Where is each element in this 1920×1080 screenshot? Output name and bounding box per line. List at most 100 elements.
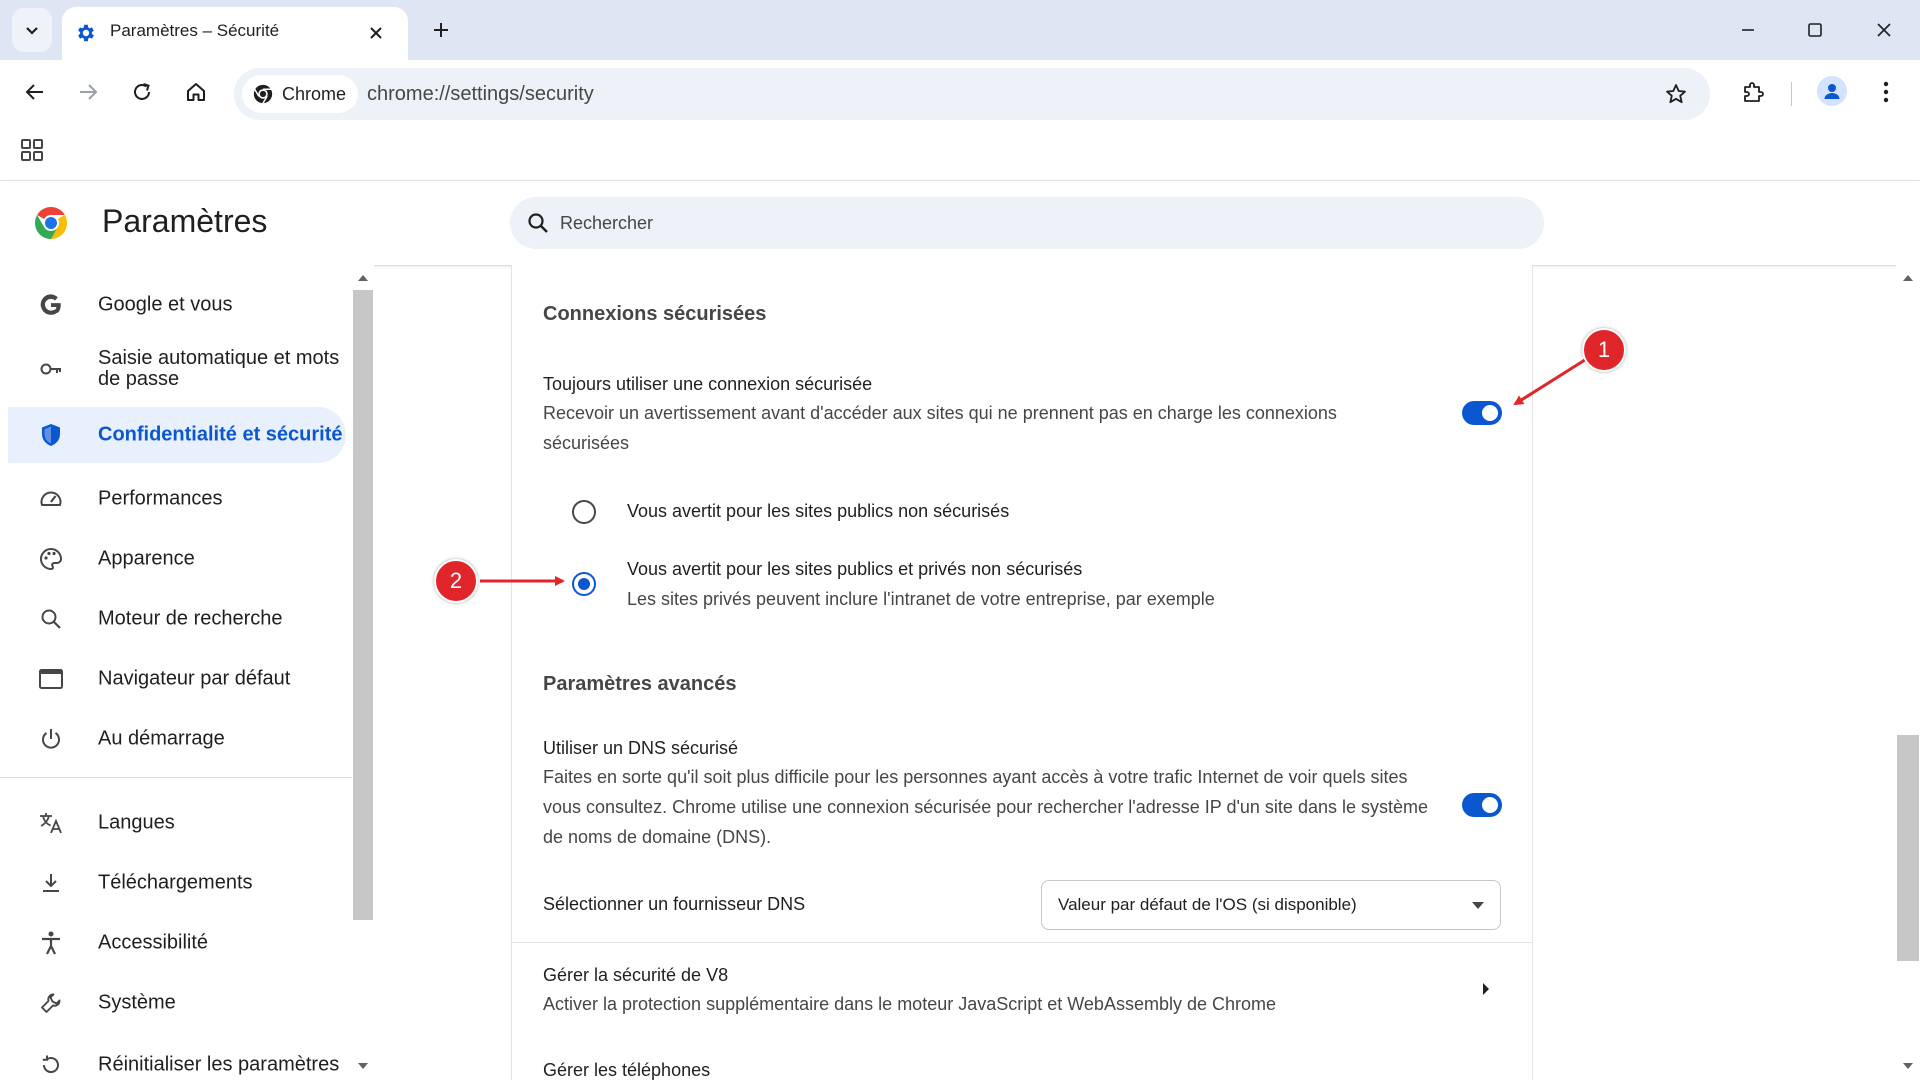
section-heading-advanced: Paramètres avancés	[543, 673, 737, 695]
arrow-left-icon	[25, 84, 43, 100]
sidebar-item-reset[interactable]: Réinitialiser les paramètres	[8, 1037, 346, 1080]
download-icon	[38, 870, 64, 896]
sidebar-item-label: Apparence	[98, 547, 195, 570]
address-bar[interactable]: Chrome chrome://settings/security	[234, 68, 1710, 120]
close-tab-icon[interactable]	[364, 21, 388, 45]
secure-dns-title: Utiliser un DNS sécurisé	[543, 738, 739, 758]
bookmarks-bar	[0, 124, 1920, 180]
forward-button[interactable]	[70, 74, 106, 110]
maximize-icon	[1808, 23, 1822, 37]
section-divider	[512, 942, 1532, 943]
maximize-button[interactable]	[1791, 10, 1839, 50]
apps-grid-icon	[21, 139, 43, 161]
speedometer-icon	[38, 486, 64, 512]
person-icon	[1824, 84, 1840, 99]
sidebar-item-languages[interactable]: Langues	[8, 795, 346, 851]
search-icon	[38, 606, 64, 632]
dns-provider-value: Valeur par défaut de l'OS (si disponible…	[1058, 895, 1357, 914]
page-scrollbar-thumb[interactable]	[1897, 735, 1919, 961]
bookmark-star-button[interactable]	[1662, 80, 1690, 108]
browser-window-icon	[38, 666, 64, 692]
settings-sidebar: Google et vous Saisie automatique et mot…	[0, 265, 352, 1080]
minimize-button[interactable]	[1724, 10, 1772, 50]
toggle-knob	[1482, 405, 1498, 421]
search-icon	[528, 213, 548, 233]
gear-icon	[75, 22, 97, 44]
palette-icon	[38, 546, 64, 572]
v8-security-title[interactable]: Gérer la sécurité de V8	[543, 965, 728, 986]
chevron-right-icon[interactable]	[1482, 983, 1490, 995]
arrow-right-icon	[80, 84, 98, 100]
scroll-down-arrow-icon[interactable]	[358, 1062, 368, 1070]
sidebar-item-downloads[interactable]: Téléchargements	[8, 855, 346, 911]
annotation-badge-1: 1	[1582, 328, 1626, 372]
sidebar-item-label: Performances	[98, 487, 223, 510]
scroll-up-arrow-icon[interactable]	[1903, 274, 1913, 282]
secure-dns-toggle[interactable]	[1462, 793, 1502, 817]
menu-button[interactable]	[1868, 74, 1904, 110]
toolbar-separator	[1791, 82, 1792, 106]
browser-toolbar: Chrome chrome://settings/security	[0, 60, 1920, 124]
sidebar-item-privacy-security[interactable]: Confidentialité et sécurité	[8, 407, 346, 463]
sidebar-item-label: Langues	[98, 811, 175, 834]
settings-search-input[interactable]: Rechercher	[510, 197, 1544, 249]
close-window-button[interactable]	[1860, 10, 1908, 50]
sidebar-item-default-browser[interactable]: Navigateur par défaut	[8, 651, 346, 707]
v8-security-description: Activer la protection supplémentaire dan…	[543, 994, 1277, 1014]
radio-public-private-sites-sublabel: Les sites privés peuvent inclure l'intra…	[627, 589, 1215, 609]
scroll-down-arrow-icon[interactable]	[1903, 1062, 1913, 1070]
minimize-icon	[1742, 29, 1754, 31]
sidebar-item-system[interactable]: Système	[8, 975, 346, 1031]
sidebar-item-label: Navigateur par défaut	[98, 667, 291, 690]
star-icon	[1666, 84, 1686, 104]
always-secure-toggle[interactable]	[1462, 401, 1502, 425]
chevron-down-icon	[26, 27, 38, 35]
sidebar-item-autofill[interactable]: Saisie automatique et mots de passe	[8, 341, 346, 397]
radio-public-private-sites[interactable]	[572, 572, 596, 596]
sidebar-item-search-engine[interactable]: Moteur de recherche	[8, 591, 346, 647]
search-placeholder: Rechercher	[560, 213, 654, 233]
sidebar-item-label: Au démarrage	[98, 727, 225, 750]
tab-title: Paramètres – Sécurité	[110, 21, 280, 40]
secure-dns-description: Faites en sorte qu'il soit plus difficil…	[543, 767, 1429, 847]
radio-public-sites[interactable]	[572, 500, 596, 524]
sidebar-item-on-startup[interactable]: Au démarrage	[8, 711, 346, 767]
site-info-chip[interactable]: Chrome	[242, 75, 359, 113]
new-tab-button[interactable]	[426, 15, 456, 45]
sidebar-item-label: Accessibilité	[98, 931, 209, 954]
sidebar-scrollbar-thumb[interactable]	[353, 290, 373, 920]
apps-button[interactable]	[20, 138, 44, 162]
sidebar-item-appearance[interactable]: Apparence	[8, 531, 346, 587]
profile-avatar[interactable]	[1817, 76, 1847, 106]
back-button[interactable]	[17, 74, 53, 110]
sidebar-item-label: Google et vous	[98, 293, 233, 316]
page-title: Paramètres	[102, 203, 268, 239]
manage-phones-title[interactable]: Gérer les téléphones	[543, 1060, 710, 1080]
sidebar-item-accessibility[interactable]: Accessibilité	[8, 915, 346, 971]
security-settings-card: Connexions sécurisées Toujours utiliser …	[511, 265, 1533, 1080]
active-tab[interactable]: Paramètres – Sécurité	[62, 7, 408, 60]
chrome-icon	[253, 84, 273, 104]
shield-icon	[38, 422, 64, 448]
radio-public-private-sites-label: Vous avertit pour les sites publics et p…	[627, 559, 1083, 579]
toggle-knob	[1482, 797, 1498, 813]
reload-button[interactable]	[124, 74, 160, 110]
sidebar-item-label: Saisie automatique et mots de passe	[98, 347, 340, 390]
always-secure-title: Toujours utiliser une connexion sécurisé…	[543, 374, 873, 394]
extensions-button[interactable]	[1735, 74, 1771, 110]
sidebar-item-performance[interactable]: Performances	[8, 471, 346, 527]
chip-label: Chrome	[282, 83, 347, 104]
caret-down-icon	[1472, 902, 1484, 909]
dns-provider-label: Sélectionner un fournisseur DNS	[543, 894, 806, 914]
sidebar-divider	[0, 777, 352, 778]
sidebar-item-label: Réinitialiser les paramètres	[98, 1053, 340, 1076]
sidebar-item-label: Confidentialité et sécurité	[98, 423, 343, 446]
radio-public-sites-label: Vous avertit pour les sites publics non …	[627, 501, 1010, 521]
home-button[interactable]	[178, 74, 214, 110]
scroll-up-arrow-icon[interactable]	[358, 274, 368, 282]
close-icon	[1877, 23, 1891, 37]
tab-search-button[interactable]	[12, 8, 52, 52]
puzzle-icon	[1744, 82, 1764, 102]
dns-provider-select[interactable]: Valeur par défaut de l'OS (si disponible…	[1041, 880, 1501, 930]
sidebar-item-google[interactable]: Google et vous	[8, 277, 346, 333]
